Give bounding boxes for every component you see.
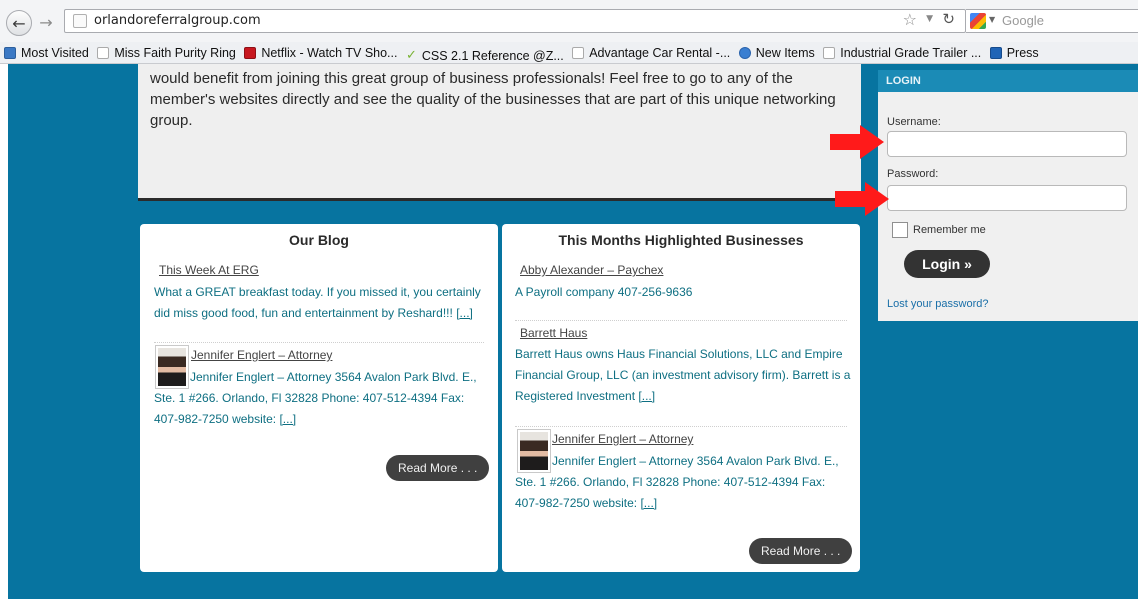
bookmark-label: Miss Faith Purity Ring bbox=[114, 45, 236, 60]
business-link[interactable]: Abby Alexander – Paychex bbox=[520, 263, 663, 277]
address-bar[interactable]: orlandoreferralgroup.com ☆ ▼ ↻ bbox=[64, 9, 966, 33]
blog-post-link[interactable]: This Week At ERG bbox=[159, 263, 259, 277]
annotation-arrow-icon bbox=[830, 125, 884, 159]
back-arrow-icon: ← bbox=[12, 13, 26, 33]
checkmark-icon: ✓ bbox=[405, 47, 417, 63]
bookmark-label: New Items bbox=[755, 45, 815, 60]
read-more-link[interactable]: [...] bbox=[279, 412, 296, 426]
history-dropdown-icon[interactable]: ▼ bbox=[926, 14, 933, 24]
highlighted-title: This Months Highlighted Businesses bbox=[558, 232, 804, 248]
bookmark-miss-faith[interactable]: Miss Faith Purity Ring bbox=[97, 42, 236, 63]
business-link[interactable]: Jennifer Englert – Attorney bbox=[552, 432, 693, 446]
search-bar[interactable]: ▼ Google bbox=[966, 9, 1138, 33]
ie-icon bbox=[738, 46, 751, 59]
login-widget: LOGIN Username: Password: Remember me Lo… bbox=[878, 70, 1138, 321]
highlighted-businesses-panel: This Months Highlighted Businesses Abby … bbox=[502, 224, 860, 572]
bookmark-advantage-car[interactable]: Advantage Car Rental -... bbox=[572, 42, 730, 63]
excerpt-text: Jennifer Englert – Attorney 3564 Avalon … bbox=[154, 370, 477, 426]
bookmark-most-visited[interactable]: Most Visited bbox=[4, 42, 89, 63]
press-icon bbox=[989, 46, 1002, 59]
business-description: Barrett Haus owns Haus Financial Solutio… bbox=[515, 344, 851, 407]
bookmark-new-items[interactable]: New Items bbox=[738, 42, 815, 63]
bookmark-label: CSS 2.1 Reference @Z... bbox=[421, 48, 564, 63]
bookmark-label: Press bbox=[1006, 45, 1039, 60]
bookmark-css-reference[interactable]: ✓ CSS 2.1 Reference @Z... bbox=[405, 45, 564, 63]
page-icon bbox=[572, 46, 585, 59]
description-text: Jennifer Englert – Attorney 3564 Avalon … bbox=[515, 454, 839, 510]
business-link[interactable]: Barrett Haus bbox=[520, 326, 587, 340]
intro-section: would benefit from joining this great gr… bbox=[138, 64, 861, 201]
blog-title: Our Blog bbox=[289, 232, 349, 248]
read-more-link[interactable]: [...] bbox=[638, 389, 655, 403]
reload-icon[interactable]: ↻ bbox=[942, 10, 955, 28]
password-field[interactable] bbox=[887, 185, 1127, 211]
login-button[interactable]: Login » bbox=[904, 250, 990, 278]
divider bbox=[154, 342, 484, 343]
browser-toolbar: ← → orlandoreferralgroup.com ☆ ▼ ↻ ▼ Goo… bbox=[0, 0, 1138, 43]
search-engine-dropdown-icon[interactable]: ▼ bbox=[989, 15, 995, 24]
search-placeholder[interactable]: Google bbox=[1002, 13, 1044, 28]
remember-me-label[interactable]: Remember me bbox=[913, 224, 986, 236]
blog-post-excerpt: What a GREAT breakfast today. If you mis… bbox=[154, 282, 490, 324]
password-label: Password: bbox=[887, 168, 939, 180]
most-visited-icon bbox=[4, 46, 16, 59]
read-more-link[interactable]: [...] bbox=[640, 496, 657, 510]
read-more-button[interactable]: Read More . . . bbox=[386, 455, 490, 481]
read-more-link[interactable]: [...] bbox=[456, 306, 473, 320]
bookmark-label: Most Visited bbox=[21, 45, 89, 60]
remember-me-checkbox[interactable] bbox=[892, 222, 908, 238]
url-text[interactable]: orlandoreferralgroup.com bbox=[94, 13, 261, 28]
bookmark-netflix[interactable]: Netflix - Watch TV Sho... bbox=[244, 42, 397, 63]
site-identity-icon[interactable] bbox=[73, 14, 87, 28]
google-icon[interactable] bbox=[970, 13, 986, 29]
page-icon bbox=[823, 46, 836, 59]
bookmark-label: Advantage Car Rental -... bbox=[589, 45, 731, 60]
description-text: Barrett Haus owns Haus Financial Solutio… bbox=[515, 347, 851, 403]
username-label: Username: bbox=[887, 116, 941, 128]
read-more-button[interactable]: Read More . . . bbox=[749, 538, 853, 564]
bookmark-industrial-trailer[interactable]: Industrial Grade Trailer ... bbox=[823, 42, 981, 63]
intro-text: would benefit from joining this great gr… bbox=[150, 70, 836, 129]
netflix-icon bbox=[244, 46, 257, 59]
page-icon bbox=[97, 46, 110, 59]
login-title: LOGIN bbox=[886, 75, 921, 87]
bookmarks-toolbar: Most Visited Miss Faith Purity Ring Netf… bbox=[0, 42, 1138, 64]
blog-post-excerpt: Jennifer Englert – Attorney 3564 Avalon … bbox=[154, 367, 488, 430]
blog-post-link[interactable]: Jennifer Englert – Attorney bbox=[191, 348, 332, 362]
excerpt-text: What a GREAT breakfast today. If you mis… bbox=[154, 285, 481, 320]
divider bbox=[515, 320, 847, 321]
page-background: would benefit from joining this great gr… bbox=[8, 64, 1138, 599]
bookmark-press[interactable]: Press bbox=[989, 42, 1039, 63]
bookmark-star-icon[interactable]: ☆ bbox=[903, 10, 917, 29]
annotation-arrow-icon bbox=[835, 182, 889, 216]
business-description: Jennifer Englert – Attorney 3564 Avalon … bbox=[515, 451, 850, 514]
blog-panel: Our Blog This Week At ERG What a GREAT b… bbox=[140, 224, 498, 572]
lost-password-link[interactable]: Lost your password? bbox=[887, 298, 989, 310]
login-header: LOGIN bbox=[878, 70, 1138, 92]
back-button[interactable]: ← bbox=[6, 10, 32, 36]
business-description: A Payroll company 407-256-9636 bbox=[515, 285, 693, 299]
forward-arrow-icon: → bbox=[39, 12, 53, 32]
forward-button[interactable]: → bbox=[34, 10, 58, 34]
divider bbox=[515, 426, 847, 427]
username-field[interactable] bbox=[887, 131, 1127, 157]
bookmark-label: Industrial Grade Trailer ... bbox=[840, 45, 982, 60]
bookmark-label: Netflix - Watch TV Sho... bbox=[261, 45, 398, 60]
